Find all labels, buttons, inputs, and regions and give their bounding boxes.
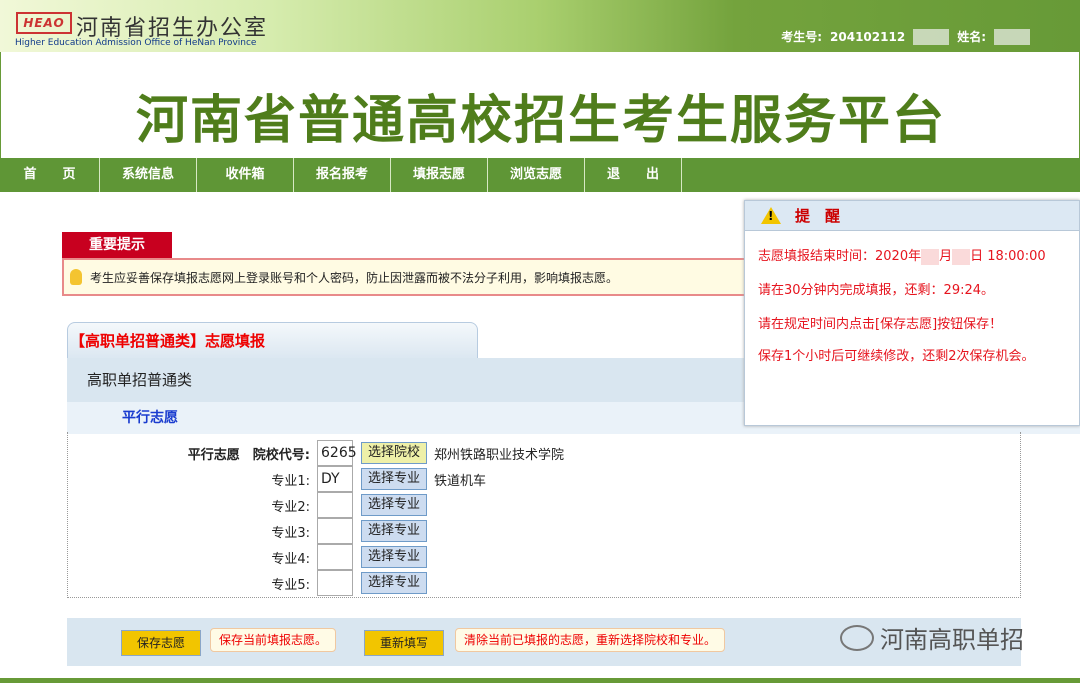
major-label: 专业3: xyxy=(271,522,310,541)
name-label: 姓名: xyxy=(957,28,986,45)
nav-fill-application[interactable]: 填报志愿 xyxy=(391,158,488,192)
candidate-no: 204102112 xyxy=(830,30,905,44)
select-major-button[interactable]: 选择专业 xyxy=(361,520,427,542)
major-code-input[interactable]: DY xyxy=(317,466,353,492)
school-name: 郑州铁路职业技术学院 xyxy=(434,444,564,463)
save-chances: 保存1个小时后可继续修改，还剩2次保存机会。 xyxy=(758,345,1035,364)
nav-system-info[interactable]: 系统信息 xyxy=(100,158,197,192)
select-school-button[interactable]: 选择院校 xyxy=(361,442,427,464)
warning-icon xyxy=(761,207,781,224)
major-label: 专业5: xyxy=(271,574,310,593)
top-header: HEAO 河南省招生办公室 Higher Education Admission… xyxy=(0,0,1080,52)
select-major-button[interactable]: 选择专业 xyxy=(361,494,427,516)
notice-tab: 重要提示 xyxy=(62,232,172,259)
major-code-input[interactable] xyxy=(317,518,353,544)
major-label: 专业2: xyxy=(271,496,310,515)
panel-tab: 【高职单招普通类】志愿填报 xyxy=(67,322,478,359)
footer-line xyxy=(0,678,1080,683)
nav-inbox[interactable]: 收件箱 xyxy=(197,158,294,192)
watermark: 河南高职单招 xyxy=(840,620,1024,655)
watermark-text: 河南高职单招 xyxy=(880,620,1024,655)
save-button[interactable]: 保存志愿 xyxy=(121,630,201,656)
major-code-input[interactable] xyxy=(317,570,353,596)
select-major-button[interactable]: 选择专业 xyxy=(361,468,427,490)
popup-title: 提 醒 xyxy=(795,205,840,226)
candidate-info: 考生号: 204102112 姓名: xyxy=(781,28,1030,45)
major-label: 专业4: xyxy=(271,548,310,567)
logo: HEAO xyxy=(16,12,72,34)
major-code-input[interactable] xyxy=(317,544,353,570)
save-tip: 保存当前填报志愿。 xyxy=(210,628,336,652)
reset-tip: 清除当前已填报的志愿，重新选择院校和专业。 xyxy=(455,628,725,652)
logo-subtitle: Higher Education Admission Office of HeN… xyxy=(15,38,256,48)
month-label: 月 xyxy=(939,249,952,264)
nav-registration[interactable]: 报名报考 xyxy=(294,158,391,192)
nav-logout[interactable]: 退 出 xyxy=(585,158,682,192)
application-form: 平行志愿 院校代号: 6265 选择院校 郑州铁路职业技术学院 专业1: DY … xyxy=(67,432,1021,598)
lightbulb-icon xyxy=(70,269,82,285)
deadline-text: 志愿填报结束时间：2020年 xyxy=(758,249,921,264)
notice-text: 考生应妥善保存填报志愿网上登录账号和个人密码，防止因泄露而被不法分子利用，影响填… xyxy=(90,269,618,286)
school-code-label: 平行志愿 院校代号: xyxy=(188,444,310,463)
deadline-time: 日 18:00:00 xyxy=(970,249,1046,264)
nav-home[interactable]: 首 页 xyxy=(0,158,100,192)
major-code-input[interactable] xyxy=(317,492,353,518)
school-code-input[interactable]: 6265 xyxy=(317,440,353,466)
redacted-day xyxy=(952,249,970,265)
select-major-button[interactable]: 选择专业 xyxy=(361,546,427,568)
candidate-no-label: 考生号: xyxy=(781,28,822,45)
save-instruction: 请在规定时间内点击[保存志愿]按钮保存！ xyxy=(758,313,1002,332)
popup-header: 提 醒 xyxy=(745,201,1079,231)
redacted-block xyxy=(913,29,949,45)
redacted-name xyxy=(994,29,1030,45)
deadline-line: 志愿填报结束时间：2020年 月 日 18:00:00 xyxy=(758,245,1046,265)
main-nav: 首 页 系统信息 收件箱 报名报考 填报志愿 浏览志愿 退 出 xyxy=(0,158,1080,192)
wechat-icon xyxy=(840,625,874,651)
countdown-line: 请在30分钟内完成填报，还剩：29:24。 xyxy=(758,279,994,298)
major-name: 铁道机车 xyxy=(434,470,486,489)
redacted-month xyxy=(921,249,939,265)
reminder-popup: 提 醒 志愿填报结束时间：2020年 月 日 18:00:00 请在30分钟内完成填… xyxy=(744,200,1080,426)
major-label: 专业1: xyxy=(271,470,310,489)
reset-button[interactable]: 重新填写 xyxy=(364,630,444,656)
select-major-button[interactable]: 选择专业 xyxy=(361,572,427,594)
banner-title: 河南省普通高校招生考生服务平台 xyxy=(1,78,1080,153)
banner: 河南省普通高校招生考生服务平台 xyxy=(0,52,1080,158)
nav-browse-application[interactable]: 浏览志愿 xyxy=(488,158,585,192)
